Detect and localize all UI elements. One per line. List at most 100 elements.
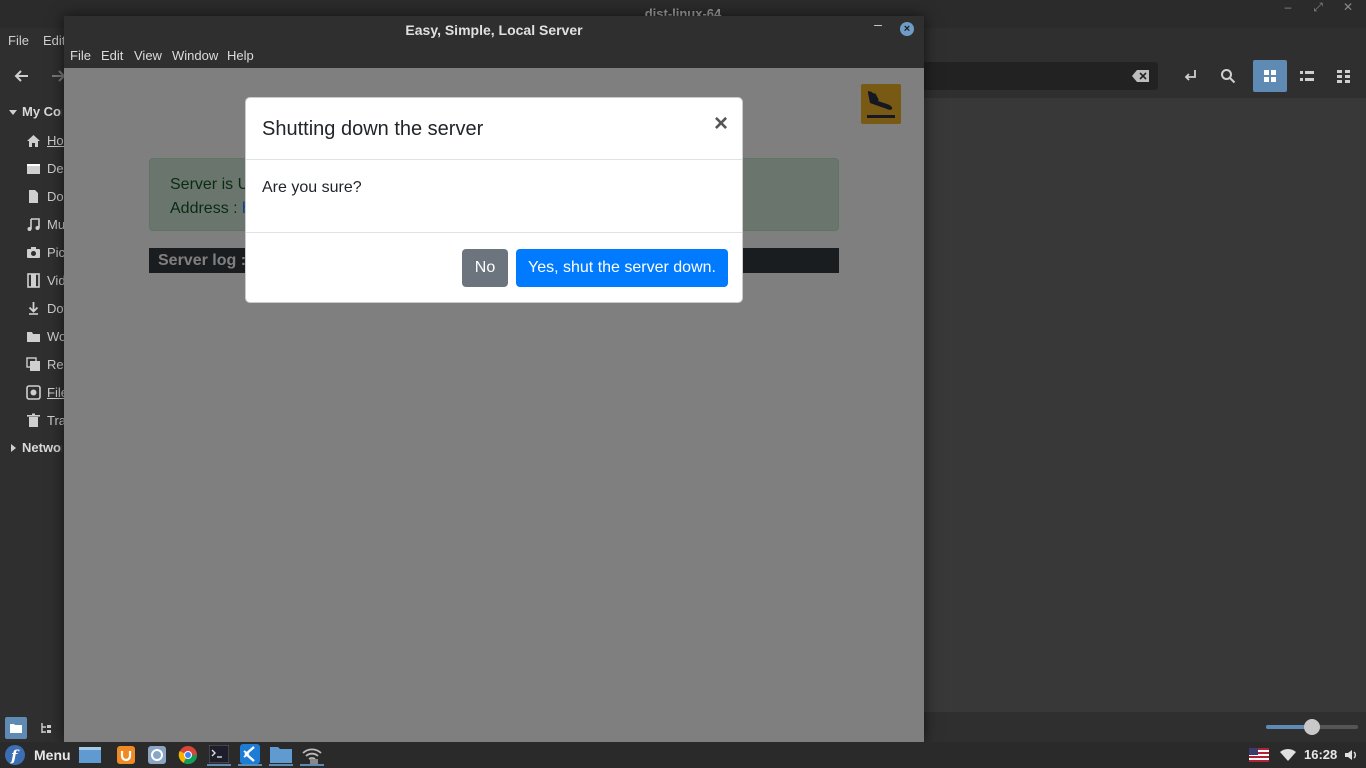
fm-maximize-button[interactable]: ⤢ — [1306, 0, 1330, 28]
home-icon — [27, 134, 40, 147]
file-view-area[interactable] — [924, 98, 1366, 712]
expand-down-icon — [9, 109, 17, 115]
sidebar-item-file-system[interactable]: File System — [26, 378, 69, 406]
compact-view-icon — [1337, 70, 1350, 83]
return-arrow-icon — [1184, 70, 1196, 81]
dialog-footer: No Yes, shut the server down. — [246, 233, 742, 304]
drive-icon — [26, 384, 41, 400]
no-button[interactable]: No — [462, 249, 508, 287]
sidebar-section-network[interactable]: Network — [8, 440, 62, 455]
wifi-icon — [1280, 748, 1296, 761]
camera-icon — [27, 246, 40, 258]
zoom-slider-handle[interactable] — [1304, 719, 1320, 735]
app-menu-window[interactable]: Window — [172, 44, 218, 68]
app-menu-edit[interactable]: Edit — [101, 44, 123, 68]
vscode-icon — [240, 744, 260, 764]
dialog-title: Shutting down the server — [262, 118, 484, 140]
launcher-files[interactable] — [269, 744, 293, 766]
app-content: Server is U Address : h Server log : Shu… — [64, 68, 924, 742]
sidebar-item-pictures[interactable]: Pictures — [26, 238, 69, 266]
sidebar-item-music[interactable]: Music — [26, 210, 69, 238]
expand-right-icon — [11, 443, 16, 452]
sidebar-section-label: Network — [22, 440, 62, 455]
launcher-vscode[interactable] — [238, 744, 262, 766]
sidebar-item-documents[interactable]: Documents — [26, 182, 69, 210]
show-places-button[interactable] — [5, 717, 27, 739]
music-note-icon — [27, 217, 40, 231]
tree-view-icon — [41, 723, 51, 733]
sidebar-section-my-computer[interactable]: My Computer — [8, 104, 62, 119]
dialog-body: Are you sure? — [246, 160, 742, 233]
sidebar-item-recent[interactable]: Recent — [26, 350, 69, 378]
clear-location-icon[interactable] — [1132, 69, 1150, 83]
list-view-button[interactable] — [1290, 60, 1324, 92]
chrome-icon — [178, 746, 197, 765]
launcher-terminal[interactable] — [207, 744, 231, 766]
fm-close-button[interactable]: ✕ — [1336, 0, 1360, 28]
sidebar-item-trash[interactable]: Trash — [26, 406, 69, 434]
sidebar-section-label: My Computer — [22, 104, 62, 119]
icon-view-button[interactable] — [1253, 60, 1287, 92]
fedora-logo-icon: f — [5, 745, 25, 765]
volume-indicator[interactable] — [1342, 742, 1360, 768]
confirm-shutdown-button[interactable]: Yes, shut the server down. — [516, 249, 728, 287]
download-icon — [28, 301, 39, 315]
list-view-icon — [1300, 71, 1314, 81]
start-menu-label: Menu — [34, 747, 71, 763]
fm-minimize-button[interactable]: – — [1276, 0, 1300, 28]
launcher-chrome[interactable] — [176, 744, 200, 766]
folder-icon — [270, 747, 292, 763]
search-icon — [1221, 69, 1236, 84]
zoom-slider[interactable] — [1266, 719, 1358, 735]
sidebar-item-downloads[interactable]: Downloads — [26, 294, 69, 322]
keyboard-layout-indicator[interactable] — [1248, 742, 1270, 768]
toggle-location-button[interactable] — [1176, 62, 1204, 90]
settings-icon — [148, 746, 166, 764]
network-indicator[interactable] — [1278, 742, 1298, 768]
app-titlebar[interactable]: Easy, Simple, Local Server — [64, 16, 924, 44]
start-menu-button[interactable]: f Menu — [4, 744, 71, 766]
shutdown-dialog: Shutting down the server × Are you sure?… — [245, 97, 743, 303]
sidebar-item-desktop[interactable]: Desktop — [26, 154, 69, 182]
launcher-show-desktop[interactable] — [78, 744, 102, 766]
terminal-icon — [209, 745, 229, 763]
show-treeview-button[interactable] — [35, 717, 57, 739]
app-menubar: File Edit View Window Help — [64, 44, 924, 68]
dialog-header: Shutting down the server × — [246, 98, 742, 160]
compact-view-button[interactable] — [1327, 60, 1361, 92]
dialog-close-button[interactable]: × — [714, 112, 728, 136]
speaker-icon — [1345, 750, 1356, 760]
taskbar: f Menu 16:28 — [0, 742, 1366, 768]
launcher-local-server[interactable] — [300, 744, 324, 766]
sidebar-item-work[interactable]: Work — [26, 322, 69, 350]
desktop-icon — [79, 747, 101, 763]
fm-menu-edit[interactable]: Edit — [43, 28, 65, 54]
file-manager-sidebar: My Computer Home Desktop Documents Music… — [0, 98, 69, 712]
app-menu-view[interactable]: View — [134, 44, 162, 68]
launcher-software[interactable] — [114, 744, 138, 766]
us-flag-icon — [1249, 748, 1269, 762]
close-icon: × — [713, 110, 728, 137]
app-window: Easy, Simple, Local Server – × File Edit… — [64, 16, 924, 742]
back-button[interactable] — [8, 62, 36, 90]
location-bar[interactable] — [920, 62, 1158, 90]
clock[interactable]: 16:28 — [1304, 742, 1337, 768]
app-close-button[interactable]: × — [900, 22, 914, 36]
film-icon — [27, 272, 40, 288]
recent-icon — [26, 356, 40, 371]
search-button[interactable] — [1214, 62, 1242, 90]
app-minimize-button[interactable]: – — [868, 16, 888, 44]
app-menu-help[interactable]: Help — [227, 44, 254, 68]
dialog-message: Are you sure? — [262, 179, 362, 196]
app-title: Easy, Simple, Local Server — [405, 22, 583, 38]
wifi-server-icon — [302, 748, 322, 764]
sidebar-item-home[interactable]: Home — [26, 126, 69, 154]
folder-icon — [27, 331, 40, 342]
fm-menu-file[interactable]: File — [8, 28, 29, 54]
grid-view-icon — [1264, 70, 1276, 82]
places-icon — [10, 724, 22, 733]
launcher-settings[interactable] — [145, 744, 169, 766]
arrow-left-icon — [14, 70, 28, 82]
sidebar-item-videos[interactable]: Videos — [26, 266, 69, 294]
app-menu-file[interactable]: File — [70, 44, 91, 68]
